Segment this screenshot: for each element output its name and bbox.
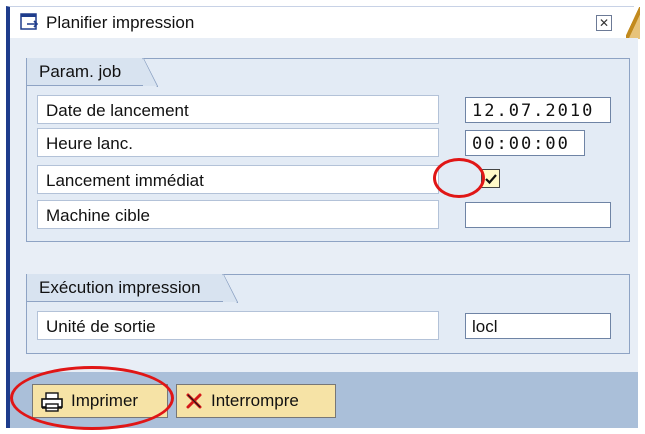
start-date-field[interactable]: 12.07.2010 [465,97,611,123]
dialog-title: Planifier impression [46,13,195,32]
job-parameters-title: Param. job [27,58,159,87]
print-execution-title: Exécution impression [27,274,238,303]
job-parameters-group: Param. job Date de lancement 12.07.2010 … [26,58,630,242]
dialog-title-bar[interactable]: Planifier impression ✕ [6,6,640,39]
output-device-row: Unité de sortie locl [37,311,617,340]
dialog-icon [20,13,40,31]
immediate-start-checkbox[interactable] [481,169,500,188]
target-machine-label: Machine cible [37,200,439,229]
close-icon[interactable]: ✕ [596,15,612,31]
target-machine-field[interactable] [465,202,611,228]
cancel-button-label: Interrompre [211,391,299,410]
immediate-start-label: Lancement immédiat [37,165,439,194]
checkmark-icon [485,174,497,185]
start-date-row: Date de lancement 12.07.2010 [37,95,617,124]
output-device-label: Unité de sortie [37,311,439,340]
start-time-label: Heure lanc. [37,128,439,157]
print-button[interactable]: Imprimer [32,384,168,418]
print-execution-group: Exécution impression Unité de sortie loc… [26,274,630,354]
immediate-start-row: Lancement immédiat [37,165,617,194]
print-button-label: Imprimer [71,391,139,410]
print-scheduling-dialog: Planifier impression ✕ Param. job Date d… [0,0,645,434]
start-time-row: Heure lanc. 00:00:00 [37,128,617,157]
output-device-field[interactable]: locl [465,313,611,339]
dialog-body: Param. job Date de lancement 12.07.2010 … [6,38,638,372]
dialog-toolbar: Imprimer Interrompre [6,372,638,428]
target-machine-row: Machine cible [37,200,617,229]
cancel-x-icon [185,392,203,415]
cancel-button[interactable]: Interrompre [176,384,336,418]
start-time-field[interactable]: 00:00:00 [465,130,585,156]
printer-icon [41,392,63,417]
start-date-label: Date de lancement [37,95,439,124]
